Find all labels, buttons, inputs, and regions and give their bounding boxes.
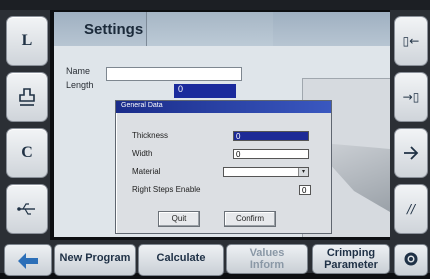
material-select[interactable]: ▾ [223,167,309,177]
tool-icon [19,88,35,106]
general-data-dialog: General Data Thickness 0 Width 0 Materia… [115,100,332,234]
length-label: Length [66,80,94,90]
left-toolbar: L C [0,10,50,273]
usb-icon [17,203,35,215]
gear-icon [404,252,418,266]
bottom-toolbar: New Program Calculate Values Inform Crim… [0,240,430,276]
new-program-button[interactable]: New Program [54,244,136,276]
crimping-line2: Parameter [324,259,378,271]
page-back-icon: ▯← [402,34,420,48]
confirm-button[interactable]: Confirm [224,211,276,227]
name-label: Name [66,66,91,76]
name-input[interactable] [106,67,242,81]
slash-button[interactable]: // [394,184,428,234]
right-steps-label: Right Steps Enable [132,185,201,194]
c-button-label: C [21,144,33,161]
page-title: Settings [84,21,144,38]
quit-button[interactable]: Quit [158,211,200,227]
settings-button[interactable] [394,244,428,276]
home-arrow-icon [18,253,38,269]
dropdown-arrow-icon[interactable]: ▾ [298,168,308,176]
width-input[interactable]: 0 [233,149,309,159]
arrow-right-icon [404,146,419,160]
right-toolbar: ▯← →▯ // [390,10,430,273]
title-bar-segment [146,12,273,46]
crimping-line1: Crimping [326,247,376,259]
c-button[interactable]: C [6,128,48,178]
usb-button[interactable] [6,184,48,234]
l-button[interactable]: L [6,16,48,66]
top-band [0,0,430,10]
material-label: Material [132,167,161,176]
slash-icon: // [406,202,416,216]
values-inform-button[interactable]: Values Inform [226,244,308,274]
tool-button[interactable] [6,72,48,122]
right-steps-input[interactable]: 0 [299,185,311,195]
thickness-input[interactable]: 0 [233,131,309,141]
crimping-parameter-button[interactable]: Crimping Parameter [312,244,390,274]
length-input[interactable]: 0 [174,84,236,98]
page-back-button[interactable]: ▯← [394,16,428,66]
dialog-title: General Data [121,102,163,109]
l-button-label: L [21,32,33,49]
page-forward-button[interactable]: →▯ [394,72,428,122]
values-line1: Values [249,247,285,259]
values-line2: Inform [249,259,285,271]
thickness-label: Thickness [132,131,169,140]
dialog-title-bar: General Data [116,101,331,113]
home-button[interactable] [4,244,52,276]
width-label: Width [132,149,153,158]
page-forward-icon: →▯ [402,90,420,104]
title-bar: Settings [54,12,390,46]
calculate-button[interactable]: Calculate [138,244,224,276]
arrow-right-button[interactable] [394,128,428,178]
